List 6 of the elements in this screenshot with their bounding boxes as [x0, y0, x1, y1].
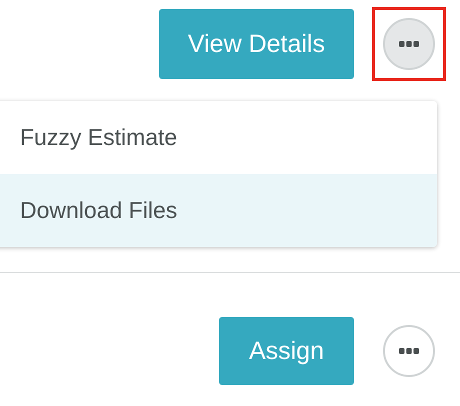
more-button[interactable] [383, 18, 435, 70]
more-button[interactable] [383, 325, 435, 377]
more-icon [399, 41, 419, 47]
menu-item[interactable]: Download Files [0, 174, 437, 247]
more-icon [399, 348, 419, 354]
menu-item[interactable]: Fuzzy Estimate [0, 101, 437, 174]
